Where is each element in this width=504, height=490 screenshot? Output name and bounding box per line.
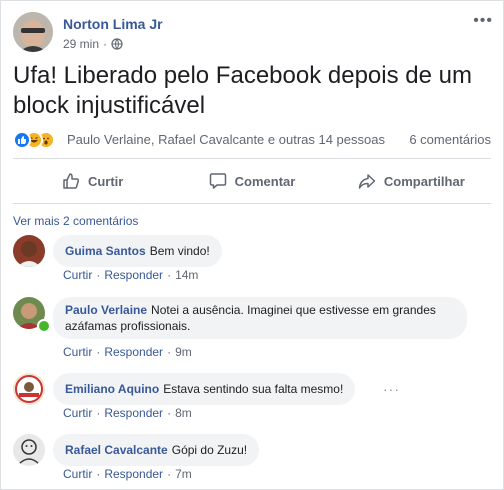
online-status-indicator [37,319,51,333]
comment-button[interactable]: Comentar [172,163,331,199]
author-name[interactable]: Norton Lima Jr [63,16,163,32]
like-button[interactable]: Curtir [13,163,172,199]
reaction-names[interactable]: Paulo Verlaine, Rafael Cavalcante e outr… [67,132,385,147]
ellipsis-icon[interactable]: ••• [473,12,493,30]
share-label: Compartilhar [383,173,465,189]
share-icon [358,174,376,189]
comment-label: Comentar [234,173,296,189]
share-button[interactable]: Compartilhar [332,163,491,199]
post-text: Ufa! Liberado pelo Facebook depois de um… [13,62,472,119]
post-time[interactable]: 29 min [63,37,99,51]
divider [13,158,491,159]
view-more-comments-link[interactable]: Ver mais 2 comentários [13,214,138,228]
post-meta: 29 min · [63,37,123,51]
comment-like-link[interactable]: Curtir [63,268,92,282]
comment-bubble: Guima Santos Bem vindo! [53,235,222,267]
comment-reply-link[interactable]: Responder [104,467,163,481]
thumbs-up-icon [63,173,79,189]
commenter-avatar[interactable] [13,373,45,405]
post-header: Norton Lima Jr 29 min · ••• [13,12,493,56]
author-avatar[interactable] [13,12,53,52]
comment-actions: Curtir · Responder · 7m [63,467,192,481]
comment-time[interactable]: 7m [175,467,192,481]
post-card: Norton Lima Jr 29 min · ••• Ufa! Liberad… [0,0,504,490]
comment-actions: Curtir · Responder · 8m [63,406,192,420]
commenter-name[interactable]: Guima Santos [65,244,146,258]
reaction-icons[interactable] [13,131,55,149]
comment-time[interactable]: 14m [175,268,198,282]
globe-icon[interactable] [111,38,123,50]
comment-like-link[interactable]: Curtir [63,406,92,420]
comment-reply-link[interactable]: Responder [104,345,163,359]
comment-bubble: Emiliano Aquino Estava sentindo sua falta… [53,373,356,405]
comment-actions: Curtir · Responder · 9m [63,345,192,359]
comment-icon [209,173,226,189]
like-icon [13,131,31,149]
comment-options-icon[interactable]: ··· [383,381,400,397]
comment-text: Estava sentindo sua falta mesmo! [163,382,344,396]
comment-bubble: Paulo Verlaine Notei a ausência. Imaginei… [53,297,467,339]
commenter-name[interactable]: Paulo Verlaine [65,303,147,317]
commenter-name[interactable]: Rafael Cavalcante [65,443,168,457]
comment-reply-link[interactable]: Responder [104,406,163,420]
comment-like-link[interactable]: Curtir [63,345,92,359]
commenter-name[interactable]: Emiliano Aquino [65,382,159,396]
comment-text: Bem vindo! [149,244,210,258]
commenter-avatar[interactable] [13,235,45,267]
reactions-summary[interactable]: Paulo Verlaine, Rafael Cavalcante e outr… [13,129,491,151]
comment-count[interactable]: 6 comentários [409,132,491,147]
comment-like-link[interactable]: Curtir [63,467,92,481]
comment-time[interactable]: 8m [175,406,192,420]
divider [13,203,491,204]
like-label: Curtir [87,173,124,189]
commenter-avatar[interactable] [13,434,45,466]
comment-actions: Curtir · Responder · 14m [63,268,199,282]
comment-time[interactable]: 9m [175,345,192,359]
post-actions: Curtir Comentar Compartilhar [13,163,491,199]
comment-reply-link[interactable]: Responder [104,268,163,282]
comment-text: Gópi do Zuzu! [171,443,248,457]
comment-bubble: Rafael Cavalcante Gópi do Zuzu! [53,434,260,466]
